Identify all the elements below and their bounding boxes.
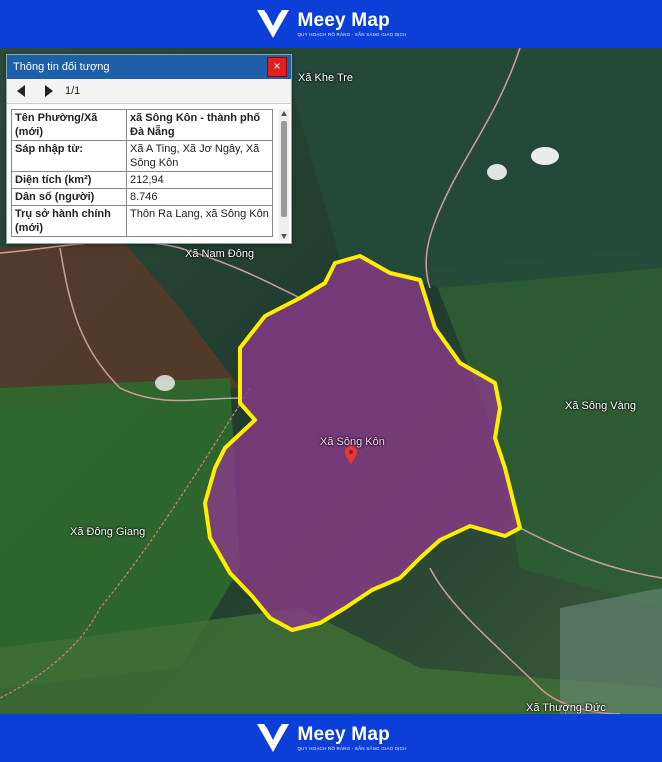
place-label-song-vang: Xã Sông Vàng (565, 400, 636, 412)
info-table: Tên Phường/Xã (mới) xã Sông Kôn - thành … (11, 109, 273, 237)
brand-tagline: QUY HOẠCH RÕ RÀNG - SẴN SÀNG GIAO DỊCH (297, 31, 407, 37)
next-arrow-icon[interactable] (45, 85, 53, 97)
brand: Meey Map QUY HOẠCH RÕ RÀNG - SẴN SÀNG GI… (255, 8, 406, 40)
brand-tagline: QUY HOẠCH RÕ RÀNG - SẴN SÀNG GIAO DỊCH (297, 745, 407, 751)
panel-scrollbar[interactable] (279, 109, 289, 241)
table-row: Dân số (người) 8.746 (11, 188, 273, 206)
prev-arrow-icon[interactable] (17, 85, 25, 97)
row-key: Sáp nhập từ: (11, 140, 127, 172)
info-table-container[interactable]: Tên Phường/Xã (mới) xã Sông Kôn - thành … (11, 109, 277, 239)
row-value: 8.746 (126, 188, 273, 206)
table-row: Diện tích (km²) 212,94 (11, 171, 273, 189)
close-button[interactable]: × (267, 57, 287, 77)
brand-name: Meey Map (297, 723, 390, 745)
place-label-khe-tre: Xã Khe Tre (298, 72, 354, 84)
meey-logo-icon (255, 722, 291, 754)
location-pin-icon[interactable] (345, 446, 357, 464)
row-value: xã Sông Kôn - thành phố Đà Nẵng (126, 109, 273, 141)
scroll-up-icon[interactable] (281, 111, 287, 116)
feature-info-panel: Thông tin đối tượng × 1/1 Tên Phường/Xã … (6, 54, 292, 244)
table-row: Tên Phường/Xã (mới) xã Sông Kôn - thành … (11, 109, 273, 141)
table-row: Trụ sở hành chính (mới) Thôn Ra Lang, xã… (11, 205, 273, 237)
brand-name: Meey Map (297, 9, 390, 31)
meey-logo-icon (255, 8, 291, 40)
row-key: Diện tích (km²) (11, 171, 127, 189)
row-value: 212,94 (126, 171, 273, 189)
row-key: Dân số (người) (11, 188, 127, 206)
place-label-nam-dong: Xã Nam Đông (185, 248, 255, 260)
brand: Meey Map QUY HOẠCH RÕ RÀNG - SẴN SÀNG GI… (255, 722, 406, 754)
table-row: Sáp nhập từ: Xã A Ting, Xã Jơ Ngây, Xã S… (11, 140, 273, 172)
top-banner: Meey Map QUY HOẠCH RÕ RÀNG - SẴN SÀNG GI… (0, 0, 662, 48)
pager: 1/1 (7, 79, 291, 104)
row-key: Trụ sở hành chính (mới) (11, 205, 127, 237)
row-value: Xã A Ting, Xã Jơ Ngây, Xã Sông Kôn (126, 140, 273, 172)
bottom-banner: Meey Map QUY HOẠCH RÕ RÀNG - SẴN SÀNG GI… (0, 714, 662, 762)
scroll-thumb[interactable] (281, 121, 287, 217)
row-key: Tên Phường/Xã (mới) (11, 109, 127, 141)
scroll-down-icon[interactable] (281, 234, 287, 239)
place-label-thuong-duc: Xã Thượng Đức (526, 702, 606, 714)
pager-count: 1/1 (65, 85, 81, 97)
place-label-dong-giang: Xã Đông Giang (70, 526, 146, 538)
panel-title: Thông tin đối tượng (13, 61, 110, 73)
row-value: Thôn Ra Lang, xã Sông Kôn (126, 205, 273, 237)
panel-header: Thông tin đối tượng × (7, 55, 291, 79)
